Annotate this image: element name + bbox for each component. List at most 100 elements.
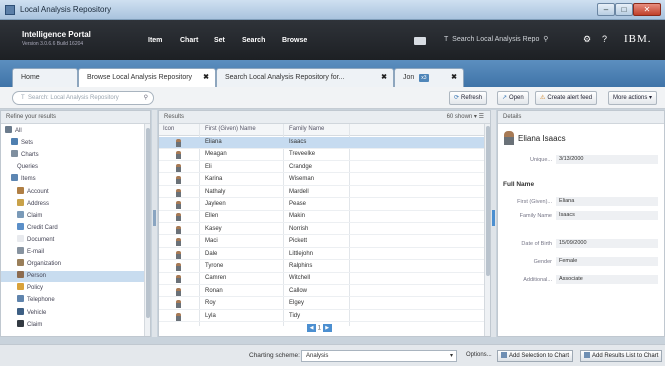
close-tab-icon[interactable]: ✖ (203, 69, 209, 86)
additional-value: Associate (556, 275, 658, 284)
table-row[interactable]: Lyla Tidy (159, 311, 484, 323)
add-results-list-to-chart-button[interactable]: Add Results List to Chart (580, 350, 663, 362)
close-tab-icon[interactable]: ✖ (381, 69, 387, 86)
refine-item[interactable]: E-mail (1, 247, 146, 258)
refine-item[interactable]: Telephone (1, 295, 146, 306)
table-row[interactable]: Eliana Isaacs (159, 137, 484, 149)
more-actions-button[interactable]: More actions ▾ (608, 91, 658, 105)
open-button[interactable]: ↗ Open (497, 91, 529, 105)
search-icon[interactable]: ⚲ (144, 92, 148, 104)
column-header-icon[interactable]: Icon (163, 126, 174, 132)
gender-value: Female (556, 257, 658, 266)
refine-item[interactable]: Claim (1, 319, 146, 331)
table-row[interactable]: Ellen Makin (159, 211, 484, 223)
tab-jon[interactable]: Jon x3 ✖ (394, 68, 464, 87)
person-icon (176, 188, 181, 197)
nav-search[interactable]: Search (242, 37, 265, 44)
claim-icon (17, 319, 24, 327)
right-splitter[interactable] (491, 110, 496, 337)
search-icon: ⚲ (541, 36, 549, 43)
nav-chart[interactable]: Chart (180, 37, 198, 44)
options-link[interactable]: Options... (466, 352, 492, 358)
prev-page-icon[interactable]: ◀ (307, 324, 316, 332)
table-row[interactable]: Maci Pickett (159, 236, 484, 248)
refine-item-label: Items (21, 176, 36, 183)
refine-item[interactable]: Document (1, 234, 146, 246)
charting-scheme-select[interactable]: Analysis ▾ (301, 350, 457, 362)
person-icon (176, 176, 181, 185)
family-name-cell: Witchell (289, 275, 311, 282)
left-splitter[interactable] (152, 110, 157, 337)
first-name-cell: Jayleen (205, 201, 226, 207)
add-selection-label: Add Selection to Chart (509, 353, 570, 359)
nav-item[interactable]: Item (148, 37, 162, 44)
refine-item[interactable]: Vehicle (1, 307, 146, 319)
family-name-cell: Ralphins (289, 263, 313, 269)
table-row[interactable]: Tyrone Ralphins (159, 261, 484, 273)
nav-set[interactable]: Set (214, 37, 225, 44)
pager: ◀ 1 ▶ (307, 324, 332, 332)
page-number: 1 (317, 325, 322, 332)
next-page-icon[interactable]: ▶ (322, 324, 332, 332)
minimize-button[interactable]: – (597, 3, 615, 16)
first-name-value: Eliana (556, 197, 658, 206)
refine-scrollbar[interactable] (144, 124, 150, 336)
refine-item[interactable]: Charts (1, 150, 146, 161)
first-name-cell: Nathaly (205, 188, 226, 195)
refine-item-label: Policy (27, 285, 44, 292)
maximize-button[interactable]: □ (615, 3, 633, 16)
refine-item[interactable]: Claim (1, 210, 146, 222)
tab-home[interactable]: Home (12, 68, 78, 87)
table-row[interactable]: Ronan Callow (159, 286, 484, 298)
family-name-cell: Pickett (289, 238, 308, 245)
first-name-cell: Meagan (205, 151, 227, 158)
toolbar: T Search: Local Analysis Repository ⚲ ⟳ R… (0, 87, 665, 109)
search-input[interactable]: T Search: Local Analysis Repository ⚲ (12, 91, 154, 105)
family-name-cell: Crandge (289, 163, 313, 170)
refine-item-label: Credit Card (27, 224, 58, 231)
close-tab-icon[interactable]: ✖ (451, 69, 457, 86)
table-row[interactable]: Meagan Treveelke (159, 149, 484, 161)
results-header: Results 60 shown ▾ ☰ (159, 111, 490, 124)
refine-item[interactable]: Items (1, 174, 146, 185)
refine-item-label: Vehicle (27, 309, 47, 316)
tab-browse[interactable]: Browse Local Analysis Repository ✖ (78, 68, 216, 87)
table-row[interactable]: Kasey Norrish (159, 224, 484, 236)
refine-item-label: All (15, 128, 22, 134)
refine-item-label: Document (27, 236, 55, 243)
refine-item[interactable]: Sets (1, 138, 146, 149)
add-selection-to-chart-button[interactable]: Add Selection to Chart (497, 350, 574, 362)
tab-search[interactable]: Search Local Analysis Repository for... … (216, 68, 394, 87)
refine-item[interactable]: All (1, 126, 146, 137)
table-row[interactable]: Eli Crandge (159, 162, 484, 174)
close-window-button[interactable]: ✕ (633, 3, 661, 16)
create-alert-feed-button[interactable]: ⚠ Create alert feed (535, 91, 598, 105)
first-name-cell: Karina (205, 176, 223, 183)
table-row[interactable]: Karina Wiseman (159, 174, 484, 186)
refresh-button[interactable]: ⟳ Refresh (449, 91, 488, 105)
open-label: Open (509, 95, 524, 101)
keyboard-icon[interactable] (414, 37, 426, 45)
table-row[interactable]: Nathaly Mardell (159, 187, 484, 199)
nav-browse[interactable]: Browse (282, 37, 307, 44)
help-icon[interactable]: ? (602, 34, 607, 44)
results-count[interactable]: 60 shown ▾ ☰ (447, 111, 484, 123)
table-row[interactable]: Camren Witchell (159, 273, 484, 285)
table-row[interactable]: Dale Littlejohn (159, 249, 484, 261)
refine-item[interactable]: Credit Card (1, 222, 146, 234)
column-header-first-name[interactable]: First (Given) Name (205, 126, 256, 132)
refine-item[interactable]: Address (1, 198, 146, 210)
top-search[interactable]: T Search Local Analysis Repo ⚲ (444, 35, 548, 43)
table-row[interactable]: Roy Elgey (159, 298, 484, 310)
alert-label: Create alert feed (547, 95, 593, 101)
table-row[interactable]: Jayleen Pease (159, 199, 484, 211)
user-settings-icon[interactable]: ⚙ (583, 34, 591, 45)
results-scrollbar[interactable] (484, 124, 490, 336)
refine-item-label: Person (27, 273, 47, 280)
refine-item[interactable]: Account (1, 186, 146, 198)
refine-item[interactable]: Organization (1, 259, 146, 270)
refine-item[interactable]: Person (1, 271, 146, 283)
column-header-family-name[interactable]: Family Name (289, 126, 324, 132)
refine-item[interactable]: Queries (1, 162, 146, 173)
refine-item[interactable]: Policy (1, 283, 146, 294)
